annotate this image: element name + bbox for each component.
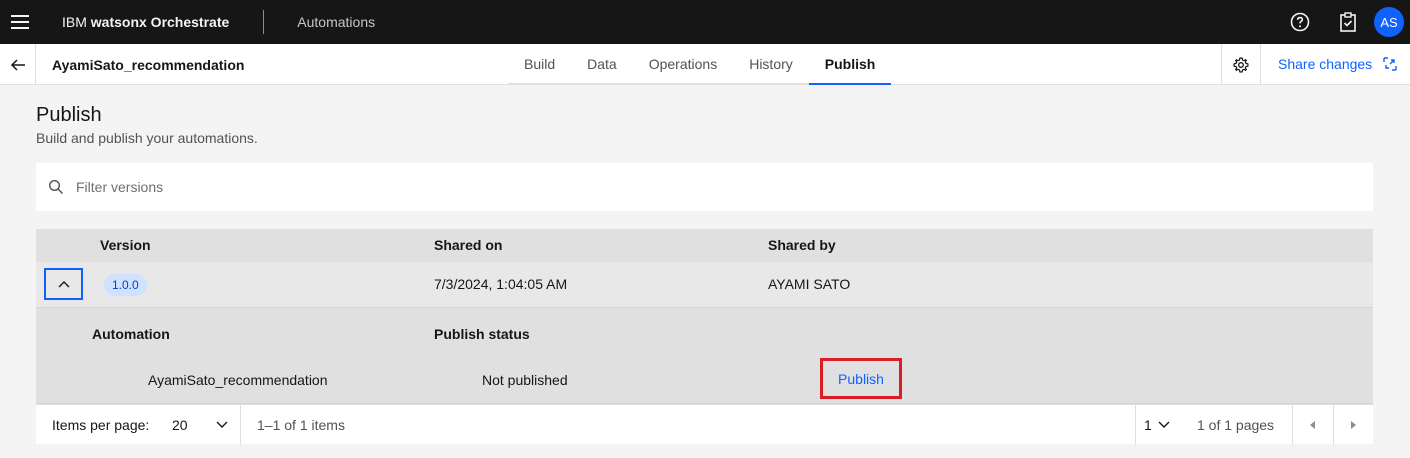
help-button[interactable] [1276,0,1324,44]
table-header: Version Shared on Shared by [36,229,1373,262]
automation-column-label: Automation [92,326,170,342]
product-name[interactable]: IBM watsonx Orchestrate [62,14,229,30]
tab-list: Build Data Operations History Publish [508,44,892,85]
pages-text: 1 of 1 pages [1197,417,1275,433]
back-button[interactable] [0,44,36,85]
column-header-version[interactable]: Version [100,237,151,253]
publish-status-value: Not published [482,372,568,388]
caret-right-icon [1351,421,1356,429]
global-header: IBM watsonx Orchestrate Automations AS [0,0,1410,44]
menu-icon [11,15,29,29]
share-changes-icon [1383,57,1397,71]
section-name[interactable]: Automations [297,14,375,30]
publish-button[interactable]: Publish [820,358,902,399]
chevron-down-icon [216,421,228,428]
publish-status-column-label: Publish status [434,326,530,342]
items-per-page-value: 20 [172,417,188,433]
search-icon [48,179,64,195]
project-toolbar: AyamiSato_recommendation Build Data Oper… [0,44,1410,85]
gear-icon [1233,56,1249,73]
filter-versions-search [36,163,1373,211]
tab-history[interactable]: History [733,44,809,85]
caret-left-icon [1310,421,1315,429]
filter-versions-input[interactable] [76,179,976,195]
share-changes-label: Share changes [1278,56,1373,72]
column-header-shared-on[interactable]: Shared on [434,237,502,253]
version-tag: 1.0.0 [104,274,147,296]
next-page-button[interactable] [1333,405,1373,445]
page-number-value: 1 [1144,417,1152,433]
header-divider [263,10,265,34]
shared-by-cell: AYAMI SATO [768,276,851,292]
page-subtitle: Build and publish your automations. [36,130,258,146]
brand-name: watsonx Orchestrate [90,14,230,30]
hamburger-menu-button[interactable] [0,0,40,44]
chevron-down-icon [1158,421,1170,428]
expanded-row-detail: Automation Publish status AyamiSato_reco… [36,308,1373,404]
shared-on-cell: 7/3/2024, 1:04:05 AM [434,276,568,292]
column-header-shared-by[interactable]: Shared by [768,237,836,253]
clipboard-check-icon [1340,12,1356,32]
user-avatar[interactable]: AS [1374,7,1404,37]
page-title: Publish [36,104,102,126]
items-range-text: 1–1 of 1 items [257,417,345,433]
items-per-page-label: Items per page: [52,417,150,433]
tab-data[interactable]: Data [571,44,633,85]
previous-page-button[interactable] [1293,405,1333,445]
pagination: Items per page: 20 1–1 of 1 items 1 1 of… [36,404,1373,445]
tasks-button[interactable] [1324,0,1372,44]
settings-button[interactable] [1221,44,1261,85]
automation-name: AyamiSato_recommendation [148,372,328,388]
brand-prefix: IBM [62,14,91,30]
project-name: AyamiSato_recommendation [52,57,245,73]
pager-divider [1135,405,1136,445]
tab-publish[interactable]: Publish [808,44,892,85]
tab-operations[interactable]: Operations [632,44,734,85]
collapse-row-button[interactable] [44,268,83,300]
share-changes-button[interactable]: Share changes [1278,56,1398,72]
pager-divider [240,405,241,445]
items-per-page-select[interactable]: 20 [164,405,240,445]
versions-table: Version Shared on Shared by 1.0.0 7/3/20… [36,229,1373,404]
help-icon [1290,12,1310,32]
table-row[interactable]: 1.0.0 7/3/2024, 1:04:05 AM AYAMI SATO [36,262,1373,308]
page-number-select[interactable]: 1 [1144,405,1188,445]
arrow-left-icon [10,58,25,71]
chevron-up-icon [58,281,69,288]
tab-build[interactable]: Build [508,44,572,85]
